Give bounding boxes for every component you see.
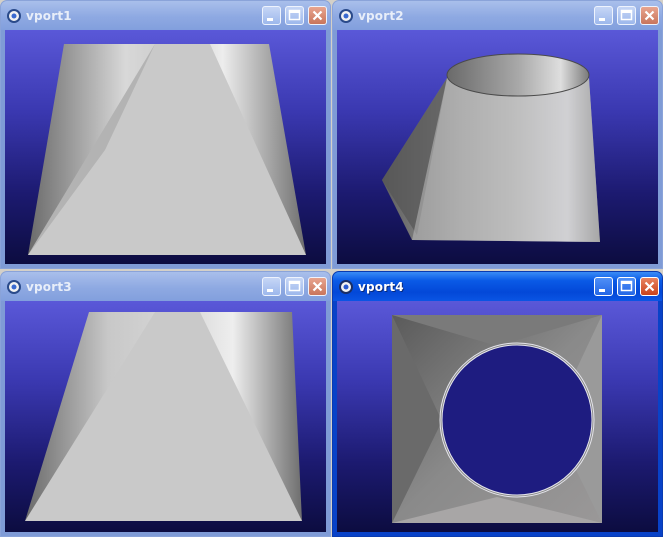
close-button[interactable] xyxy=(308,277,327,296)
title-bar[interactable]: vport1 xyxy=(1,1,330,30)
close-icon xyxy=(312,281,323,292)
viewport-window-2[interactable]: vport2 xyxy=(332,0,663,269)
window-title: vport3 xyxy=(26,280,72,294)
maximize-icon xyxy=(288,9,301,21)
viewport-window-3[interactable]: vport3 xyxy=(0,271,331,537)
maximize-icon xyxy=(620,9,633,21)
viewport-window-1[interactable]: vport1 xyxy=(0,0,331,269)
window-title: vport1 xyxy=(26,9,72,23)
maximize-button[interactable] xyxy=(285,277,304,296)
close-icon xyxy=(312,10,323,21)
app-icon xyxy=(7,9,21,23)
maximize-button[interactable] xyxy=(617,277,636,296)
viewport-window-4[interactable]: vport4 xyxy=(332,271,663,537)
truncated-cone-perspective-view xyxy=(382,53,600,242)
minimize-button[interactable] xyxy=(262,6,281,25)
close-button[interactable] xyxy=(640,277,659,296)
minimize-icon xyxy=(599,18,605,21)
3d-viewport[interactable] xyxy=(5,301,326,532)
title-bar[interactable]: vport4 xyxy=(333,272,662,301)
truncated-cone-side-view xyxy=(25,312,302,521)
app-icon xyxy=(7,280,21,294)
app-icon xyxy=(339,9,353,23)
close-button[interactable] xyxy=(308,6,327,25)
title-bar[interactable]: vport3 xyxy=(1,272,330,301)
minimize-icon xyxy=(599,289,605,292)
minimize-button[interactable] xyxy=(594,6,613,25)
maximize-button[interactable] xyxy=(285,6,304,25)
maximize-icon xyxy=(288,280,301,292)
title-bar[interactable]: vport2 xyxy=(333,1,662,30)
minimize-button[interactable] xyxy=(262,277,281,296)
maximize-button[interactable] xyxy=(617,6,636,25)
3d-viewport[interactable] xyxy=(337,301,658,532)
3d-viewport[interactable] xyxy=(5,30,326,264)
truncated-cone-front-view xyxy=(28,44,306,255)
minimize-button[interactable] xyxy=(594,277,613,296)
window-title: vport4 xyxy=(358,280,404,294)
truncated-cone-top-view xyxy=(392,315,602,523)
close-button[interactable] xyxy=(640,6,659,25)
close-icon xyxy=(644,281,655,292)
minimize-icon xyxy=(267,18,273,21)
maximize-icon xyxy=(620,280,633,292)
3d-viewport[interactable] xyxy=(337,30,658,264)
window-title: vport2 xyxy=(358,9,404,23)
app-icon xyxy=(339,280,353,294)
minimize-icon xyxy=(267,289,273,292)
close-icon xyxy=(644,10,655,21)
